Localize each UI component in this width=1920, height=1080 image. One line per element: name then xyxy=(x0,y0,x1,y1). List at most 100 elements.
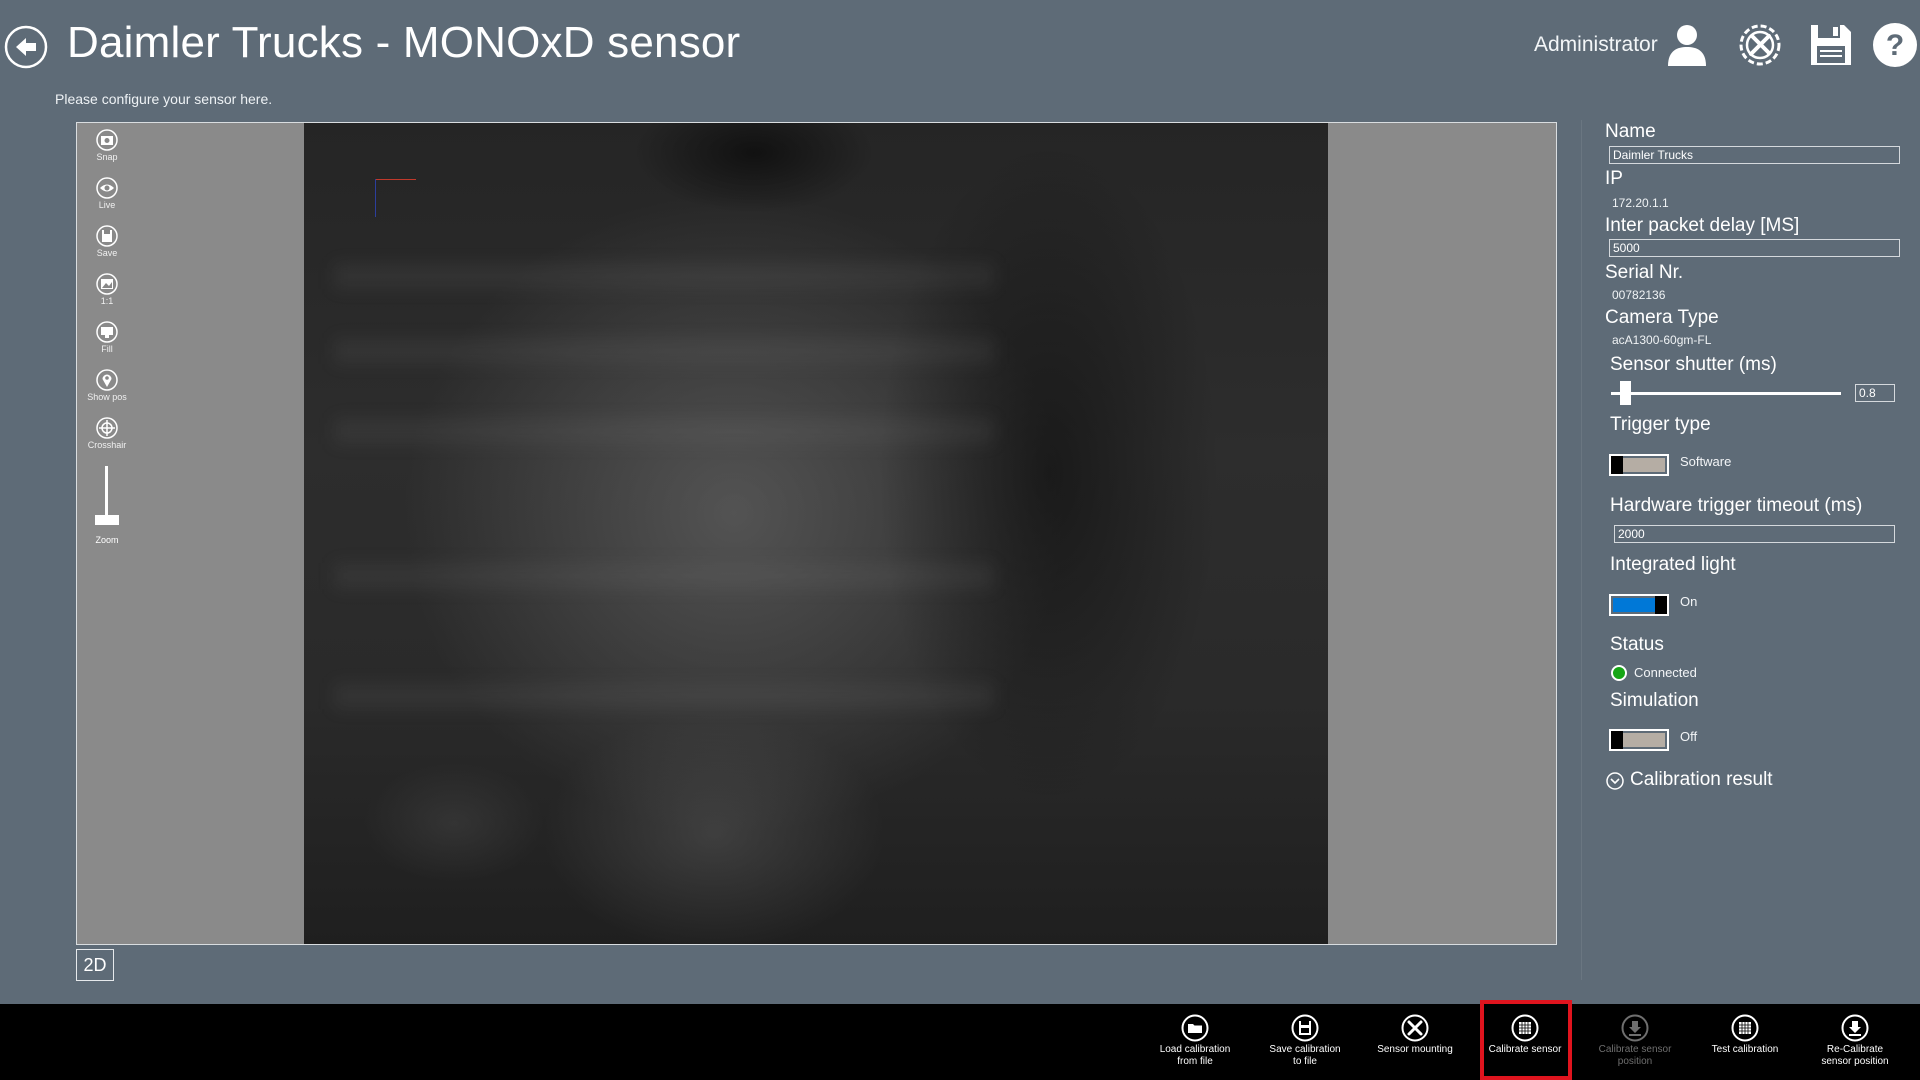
calibrate-sensor-position-label: Calibrate sensor xyxy=(1598,1044,1672,1055)
download-icon xyxy=(1621,1014,1649,1042)
save-tool[interactable]: Save xyxy=(77,225,137,258)
image-band xyxy=(334,683,994,709)
sensor-shutter-field[interactable] xyxy=(1855,384,1895,402)
recalibrate-sensor-position-label: Re-Calibrate xyxy=(1826,1044,1884,1055)
camera-type-value: acA1300-60gm-FL xyxy=(1612,333,1712,347)
calibrate-sensor-button[interactable]: Calibrate sensor xyxy=(1470,1004,1580,1080)
simulation-label: Simulation xyxy=(1610,690,1699,711)
live-label: Live xyxy=(98,200,116,210)
load-calibration-label-2: from file xyxy=(1177,1056,1213,1067)
crosshair-label: Crosshair xyxy=(87,440,127,450)
crosshair-tool[interactable]: Crosshair xyxy=(77,417,137,450)
hardware-trigger-timeout-field[interactable] xyxy=(1614,525,1895,543)
help-button[interactable]: ? xyxy=(1870,20,1920,70)
simulation-value: Off xyxy=(1680,729,1698,744)
image-band xyxy=(334,338,994,364)
page-title: Daimler Trucks - MONOxD sensor xyxy=(67,18,741,67)
image-icon xyxy=(96,273,118,295)
toggle-knob xyxy=(1611,456,1623,474)
calibrate-sensor-position-button[interactable]: Calibrate sensor position xyxy=(1580,1004,1690,1080)
recalibrate-sensor-position-label-2: sensor position xyxy=(1821,1056,1889,1067)
origin-marker-y-axis xyxy=(375,179,376,217)
name-field[interactable] xyxy=(1609,146,1900,164)
fill-label: Fill xyxy=(101,344,113,354)
camera-type-label: Camera Type xyxy=(1605,307,1719,328)
camera-image[interactable] xyxy=(304,123,1328,944)
image-viewer[interactable]: Snap Live Save 1:1 Fill Show pos Crossha… xyxy=(76,122,1557,945)
recalibrate-sensor-position-button[interactable]: Re-Calibrate sensor position xyxy=(1800,1004,1910,1080)
one-to-one-label: 1:1 xyxy=(100,296,114,306)
save-calibration-button[interactable]: Save calibration to file xyxy=(1250,1004,1360,1080)
integrated-light-label: Integrated light xyxy=(1610,554,1736,575)
show-pos-label: Show pos xyxy=(87,392,127,402)
calibrate-sensor-label: Calibrate sensor xyxy=(1488,1044,1562,1055)
grid-icon xyxy=(1731,1014,1759,1042)
save-tool-label: Save xyxy=(96,248,118,258)
ip-value: 172.20.1.1 xyxy=(1612,196,1669,210)
floppy-icon xyxy=(1291,1014,1319,1042)
map-pin-icon xyxy=(96,369,118,391)
image-band xyxy=(334,418,994,444)
back-button[interactable] xyxy=(4,25,48,69)
live-tool[interactable]: Live xyxy=(77,177,137,210)
panel-divider xyxy=(1581,120,1582,980)
floppy-icon xyxy=(96,225,118,247)
test-calibration-label: Test calibration xyxy=(1711,1044,1779,1055)
toggle-knob xyxy=(1611,731,1623,749)
sensor-shutter-slider-track[interactable] xyxy=(1611,392,1841,395)
fill-tool[interactable]: Fill xyxy=(77,321,137,354)
status-value: Connected xyxy=(1634,665,1697,680)
hardware-trigger-timeout-label: Hardware trigger timeout (ms) xyxy=(1610,495,1863,516)
inter-packet-delay-field[interactable] xyxy=(1609,239,1900,257)
grid-icon xyxy=(1511,1014,1539,1042)
test-calibration-button[interactable]: Test calibration xyxy=(1690,1004,1800,1080)
toggle-knob xyxy=(1655,596,1667,614)
sensor-shutter-slider-thumb[interactable] xyxy=(1620,381,1631,405)
zoom-slider-thumb[interactable] xyxy=(95,515,119,525)
zoom-slider-track[interactable] xyxy=(105,466,108,516)
save-calibration-label-2: to file xyxy=(1293,1056,1317,1067)
user-name: Administrator xyxy=(1534,33,1658,56)
trigger-type-toggle[interactable] xyxy=(1609,454,1669,476)
settings-button[interactable] xyxy=(1735,20,1785,70)
ip-label: IP xyxy=(1605,168,1623,189)
save-calibration-label: Save calibration xyxy=(1269,1044,1341,1055)
show-pos-tool[interactable]: Show pos xyxy=(77,369,137,402)
integrated-light-value: On xyxy=(1680,594,1698,609)
help-icon: ? xyxy=(1873,23,1917,67)
calibrate-sensor-position-label-2: position xyxy=(1617,1056,1653,1067)
trigger-type-label: Trigger type xyxy=(1610,414,1711,435)
sensor-shutter-label: Sensor shutter (ms) xyxy=(1610,354,1777,375)
camera-icon xyxy=(96,129,118,151)
load-calibration-label: Load calibration xyxy=(1159,1044,1231,1055)
image-band xyxy=(334,263,994,289)
simulation-toggle[interactable] xyxy=(1609,729,1669,751)
one-to-one-tool[interactable]: 1:1 xyxy=(77,273,137,306)
user-icon xyxy=(1668,25,1706,66)
svg-text:?: ? xyxy=(1886,29,1904,62)
status-indicator xyxy=(1611,665,1627,681)
chevron-down-icon xyxy=(1606,772,1624,790)
integrated-light-toggle[interactable] xyxy=(1609,594,1669,616)
page-subtitle: Please configure your sensor here. xyxy=(55,91,273,107)
download-icon xyxy=(1841,1014,1869,1042)
image-band xyxy=(334,563,994,589)
view-mode-2d-button[interactable]: 2D xyxy=(76,949,114,981)
tools-icon xyxy=(1401,1014,1429,1042)
save-button[interactable] xyxy=(1806,20,1856,70)
eye-icon xyxy=(96,177,118,199)
load-calibration-button[interactable]: Load calibration from file xyxy=(1140,1004,1250,1080)
trigger-type-value: Software xyxy=(1680,454,1732,469)
tools-settings-icon xyxy=(1739,24,1781,66)
crosshair-icon xyxy=(96,417,118,439)
zoom-label: Zoom xyxy=(95,535,119,545)
snap-tool[interactable]: Snap xyxy=(77,129,137,162)
name-label: Name xyxy=(1605,121,1656,142)
monitor-icon xyxy=(96,321,118,343)
calibration-result-label: Calibration result xyxy=(1630,769,1773,790)
user-button[interactable] xyxy=(1662,20,1712,70)
serial-value: 00782136 xyxy=(1612,288,1666,302)
status-label: Status xyxy=(1610,634,1664,655)
sensor-mounting-button[interactable]: Sensor mounting xyxy=(1360,1004,1470,1080)
floppy-icon xyxy=(1811,25,1851,65)
